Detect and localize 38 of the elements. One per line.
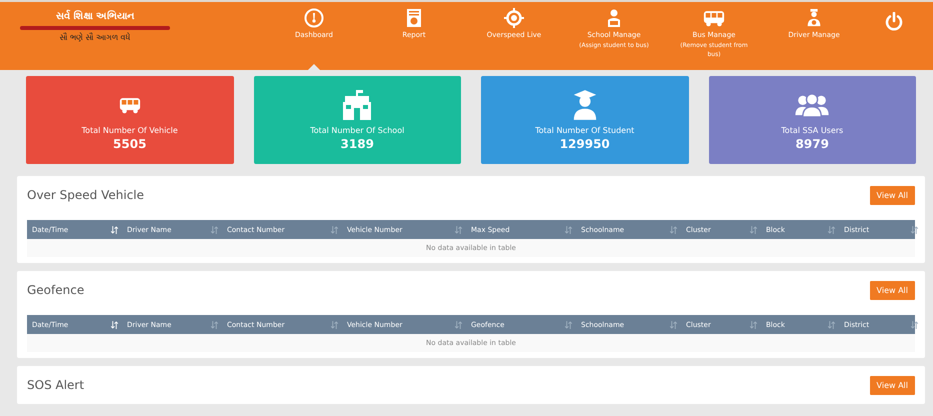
sort-icon[interactable] bbox=[565, 226, 572, 234]
view-all-button[interactable]: View All bbox=[870, 186, 915, 204]
sort-icon[interactable] bbox=[670, 320, 677, 328]
stat-label: Total SSA Users bbox=[781, 126, 844, 135]
graduate-icon bbox=[572, 90, 598, 120]
sort-icon[interactable] bbox=[455, 320, 462, 328]
stat-label: Total Number Of School bbox=[310, 126, 404, 135]
target-icon bbox=[504, 8, 524, 28]
sort-icon[interactable] bbox=[211, 226, 218, 234]
panel-title: Geofence bbox=[27, 283, 84, 297]
sort-icon[interactable] bbox=[750, 226, 757, 234]
view-all-button[interactable]: View All bbox=[870, 376, 915, 394]
sort-icon[interactable] bbox=[331, 320, 338, 328]
sort-icon[interactable] bbox=[828, 226, 835, 234]
stat-label: Total Number Of Student bbox=[535, 126, 634, 135]
sort-icon[interactable] bbox=[750, 320, 757, 328]
sort-icon[interactable] bbox=[670, 226, 677, 234]
sort-icon[interactable] bbox=[331, 226, 338, 234]
sort-icon[interactable] bbox=[565, 320, 572, 328]
stat-label: Total Number Of Vehicle bbox=[82, 126, 178, 135]
stat-value: 8979 bbox=[796, 137, 829, 151]
bus-icon bbox=[703, 8, 725, 28]
power-icon bbox=[884, 12, 904, 32]
sort-icon[interactable] bbox=[911, 226, 918, 234]
panel-title: SOS Alert bbox=[27, 378, 84, 392]
person-icon bbox=[805, 8, 823, 28]
sort-icon[interactable] bbox=[911, 320, 918, 328]
report-icon bbox=[406, 8, 422, 28]
sort-icon[interactable] bbox=[828, 320, 835, 328]
stat-value: 5505 bbox=[113, 137, 146, 151]
view-all-button[interactable]: View All bbox=[870, 280, 915, 300]
logo: સર્વ શિક્ષા અભિયાન સૌ ભણે સૌ આગળ વધે bbox=[20, 10, 170, 44]
panel-title: Over Speed Vehicle bbox=[27, 188, 144, 202]
stat-value: 129950 bbox=[560, 137, 610, 151]
sort-icon[interactable] bbox=[455, 226, 462, 234]
school-icon bbox=[341, 90, 374, 120]
stat-value: 3189 bbox=[340, 137, 374, 151]
sort-icon[interactable] bbox=[211, 320, 218, 328]
